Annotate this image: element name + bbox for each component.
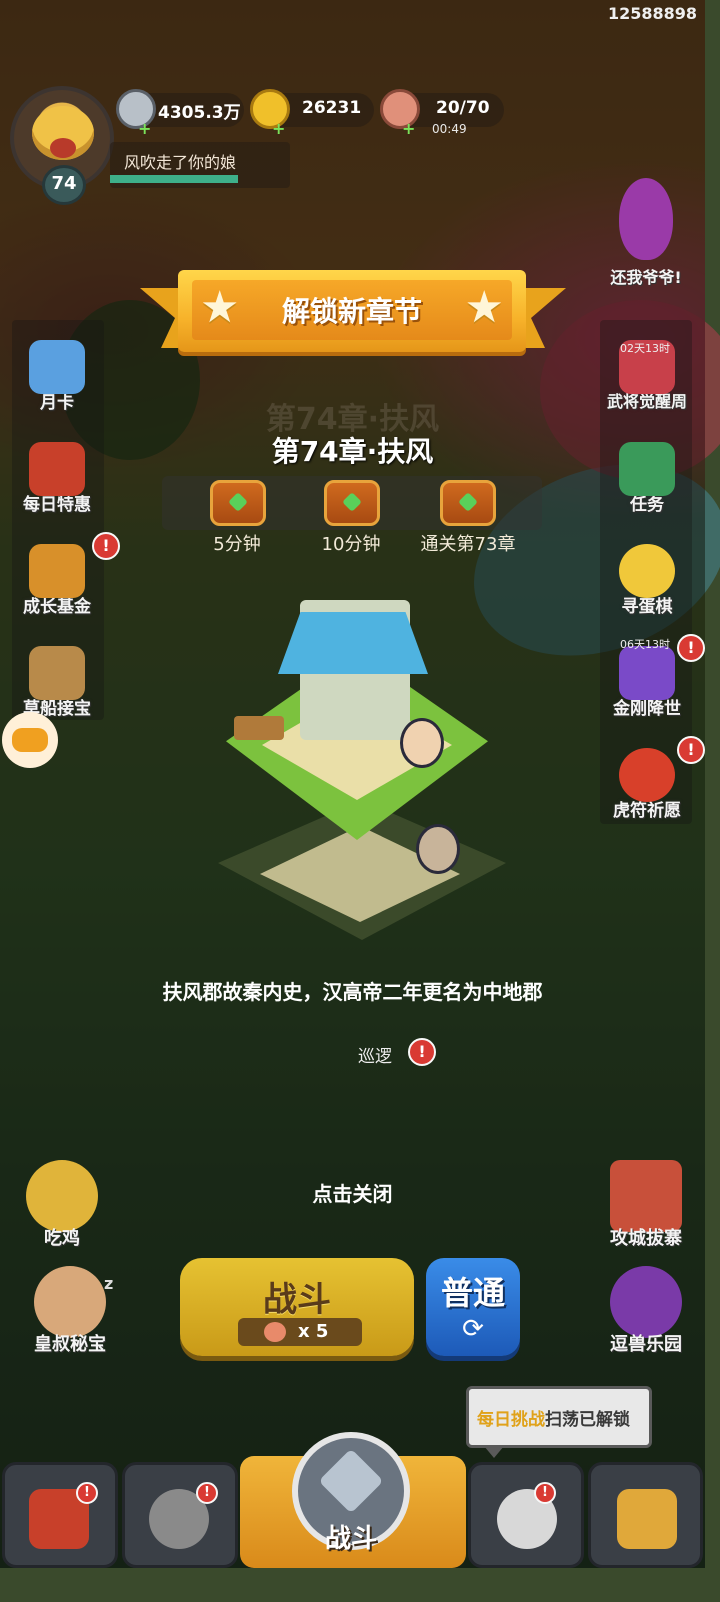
feature-chicken[interactable]: 吃鸡 [12,1160,112,1250]
menu-growth-fund[interactable]: 成长基金 [8,544,106,617]
refresh-icon: ⟳ [462,1314,484,1344]
reward-label-2: 10分钟 [321,534,381,555]
crossed-swords-icon [318,1448,384,1514]
tooltip-body: 扫荡已解锁 [545,1410,630,1430]
feature-siege-label: 攻城拔寨 [610,1228,682,1249]
nav-gear-badge: ! [534,1482,556,1504]
floating-game-button[interactable] [2,712,58,768]
menu-egg-hunt[interactable]: 寻蛋棋 [598,544,696,617]
egg-icon [619,544,675,598]
gamepad-icon [12,728,48,752]
feature-uncle-treasure-label: 皇叔秘宝 [34,1334,106,1355]
tower-roof [278,612,428,674]
feature-siege[interactable]: 攻城拔寨 [596,1160,696,1250]
meat-cost-icon [264,1322,286,1342]
tiger-tally-badge: ! [677,736,705,764]
battle-button[interactable]: 战斗 x 5 [180,1258,414,1356]
event-rescue-grandpa-label: 还我爷爷! [610,268,682,287]
general-awaken-timer: 02天13时 [620,342,670,355]
device-id: 12588898 [607,4,697,23]
chapter-title: 第74章·扶风 [271,435,434,468]
nav-tab-battle-label: 战斗 [324,1524,377,1554]
general-figure-2 [416,824,460,874]
unlock-banner: ★ ★ 解锁新章节 [178,270,526,352]
boat-icon [29,646,85,700]
chapter-description: 扶风郡故秦内史，汉高帝二年更名为中地郡 [162,980,543,1004]
add-stamina-icon[interactable]: + [402,119,415,138]
chicken-character-icon [26,1160,98,1232]
exp-bar [110,175,239,183]
difficulty-mode-label: 普通 [440,1274,505,1312]
silver-resource[interactable]: 4305.3万 + [116,89,244,138]
vajra-badge: ! [677,634,705,662]
nav-city-badge: ! [76,1482,98,1504]
cart-icon [234,716,284,740]
gold-amount: 26231 [302,98,362,118]
player-name: 风吹走了你的娘 [124,153,237,172]
nav-heroes-badge: ! [196,1482,218,1504]
city-gate-icon [610,1160,682,1232]
gem-pile-icon [619,646,675,700]
chest-icon-2 [324,480,380,526]
chest-icon-1 [210,480,266,526]
nav-tab-gear[interactable] [468,1462,584,1568]
gourd-icon [619,178,673,260]
month-card-icon [29,340,85,394]
battle-cost: x 5 [238,1318,362,1346]
banner-title: 解锁新章节 [281,295,422,328]
nav-tab-city[interactable] [2,1462,118,1568]
player-name-box[interactable]: 风吹走了你的娘 [110,142,290,188]
add-silver-icon[interactable]: + [138,119,151,138]
menu-boat-treasure[interactable]: 草船接宝 [8,646,106,719]
battle-cost-value: x 5 [298,1321,329,1342]
feature-beast-park[interactable]: 逗兽乐园 [596,1266,696,1356]
sleeping-character-icon [34,1266,106,1338]
avatar-mouth [50,138,76,158]
nav-tab-shop[interactable] [588,1462,703,1568]
general-figure-1 [400,718,444,768]
tooltip-pointer [484,1446,504,1458]
reward-bar [162,476,542,530]
add-gold-icon[interactable]: + [272,119,285,138]
tiger-tally-icon [619,748,675,802]
difficulty-mode-button[interactable]: 普通 ⟳ [426,1258,520,1356]
nav-tab-heroes[interactable] [122,1462,238,1568]
chest-icon-3 [440,480,496,526]
reward-label-1: 5分钟 [213,534,261,555]
feature-beast-park-label: 逗兽乐园 [610,1334,682,1355]
tooltip-highlight: 每日挑战 [477,1410,545,1430]
reward-label-3: 通关第73章 [420,534,516,555]
vajra-timer: 06天13时 [620,638,670,651]
stamina-timer: 00:49 [432,122,467,136]
sleep-z-icon: z [104,1274,114,1293]
growth-fund-badge: ! [92,532,120,560]
event-rescue-grandpa[interactable]: 还我爷爷! [596,178,696,288]
tooltip-text: 每日挑战扫荡已解锁 [477,1405,630,1430]
beast-icon [610,1266,682,1338]
battle-button-label: 战斗 [263,1280,331,1320]
silver-amount: 4305.3万 [158,103,241,123]
patrol-label: 巡逻 [358,1047,392,1067]
patrol-badge: ! [408,1038,436,1066]
stamina-amount: 20/70 [436,98,490,118]
sweep-unlocked-tooltip: 每日挑战扫荡已解锁 [466,1386,652,1448]
treasure-nav-icon [617,1489,677,1549]
gold-resource[interactable]: 26231 + [250,89,374,138]
player-level: 74 [42,165,86,205]
monkey-icon [29,544,85,598]
feature-chicken-label: 吃鸡 [44,1228,80,1249]
